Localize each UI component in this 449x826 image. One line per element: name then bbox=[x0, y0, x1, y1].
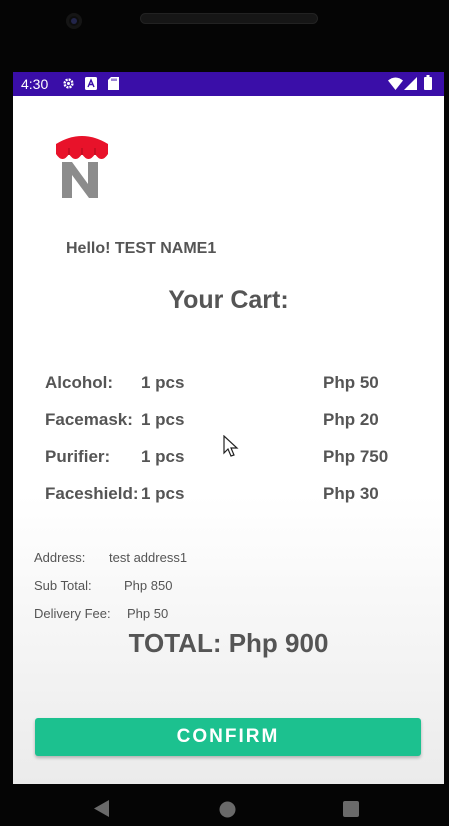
cart-title: Your Cart: bbox=[168, 286, 289, 314]
sd-card-icon bbox=[108, 77, 119, 93]
navigation-bar bbox=[0, 784, 449, 826]
delivery-fee-value: Php 50 bbox=[127, 606, 169, 621]
store-logo-icon bbox=[54, 132, 110, 200]
screen: 4:30 Hello! TEST NAME1 Your Cart: Alcoho… bbox=[13, 72, 444, 784]
item-qty: 1 pcs bbox=[141, 373, 185, 392]
back-icon[interactable] bbox=[94, 800, 110, 821]
item-qty: 1 pcs bbox=[141, 447, 185, 466]
cart-item-facemask: Facemask: 1 pcs Php 20 bbox=[45, 410, 425, 432]
mouse-pointer-icon bbox=[223, 434, 239, 463]
address-label: Address: bbox=[34, 550, 86, 565]
address-value: test address1 bbox=[109, 550, 188, 565]
front-camera bbox=[66, 13, 82, 29]
phone-frame: 4:30 Hello! TEST NAME1 Your Cart: Alcoho… bbox=[0, 0, 449, 826]
item-price: Php 20 bbox=[323, 410, 379, 429]
cart-item-alcohol: Alcohol: 1 pcs Php 50 bbox=[45, 373, 425, 395]
wifi-icon bbox=[388, 77, 403, 93]
cell-signal-icon bbox=[404, 77, 417, 93]
item-name: Facemask: bbox=[45, 410, 133, 429]
settings-icon bbox=[62, 77, 75, 93]
earpiece-speaker bbox=[140, 13, 318, 24]
delivery-fee-label: Delivery Fee: bbox=[34, 606, 111, 621]
item-qty: 1 pcs bbox=[141, 484, 185, 503]
status-bar: 4:30 bbox=[13, 72, 444, 96]
item-price: Php 30 bbox=[323, 484, 379, 503]
battery-icon bbox=[424, 75, 432, 93]
confirm-button[interactable]: CONFIRM bbox=[35, 718, 421, 756]
item-price: Php 50 bbox=[323, 373, 379, 392]
home-icon[interactable] bbox=[219, 801, 236, 822]
item-qty: 1 pcs bbox=[141, 410, 185, 429]
subtotal-label: Sub Total: bbox=[34, 578, 92, 593]
item-name: Purifier: bbox=[45, 447, 111, 466]
notification-a-icon bbox=[85, 77, 97, 93]
recents-icon[interactable] bbox=[343, 801, 359, 821]
delivery-fee-line: Delivery Fee: Php 50 bbox=[34, 606, 168, 621]
subtotal-line: Sub Total: Php 850 bbox=[34, 578, 172, 593]
item-price: Php 750 bbox=[323, 447, 389, 466]
item-name: Faceshield: bbox=[45, 484, 139, 503]
address-line: Address: test address1 bbox=[34, 550, 187, 565]
subtotal-value: Php 850 bbox=[124, 578, 173, 593]
total-text: TOTAL: Php 900 bbox=[128, 628, 329, 658]
greeting-text: Hello! TEST NAME1 bbox=[66, 240, 217, 257]
status-time: 4:30 bbox=[21, 76, 49, 92]
cart-item-faceshield: Faceshield: 1 pcs Php 30 bbox=[45, 484, 425, 506]
item-name: Alcohol: bbox=[45, 373, 113, 392]
